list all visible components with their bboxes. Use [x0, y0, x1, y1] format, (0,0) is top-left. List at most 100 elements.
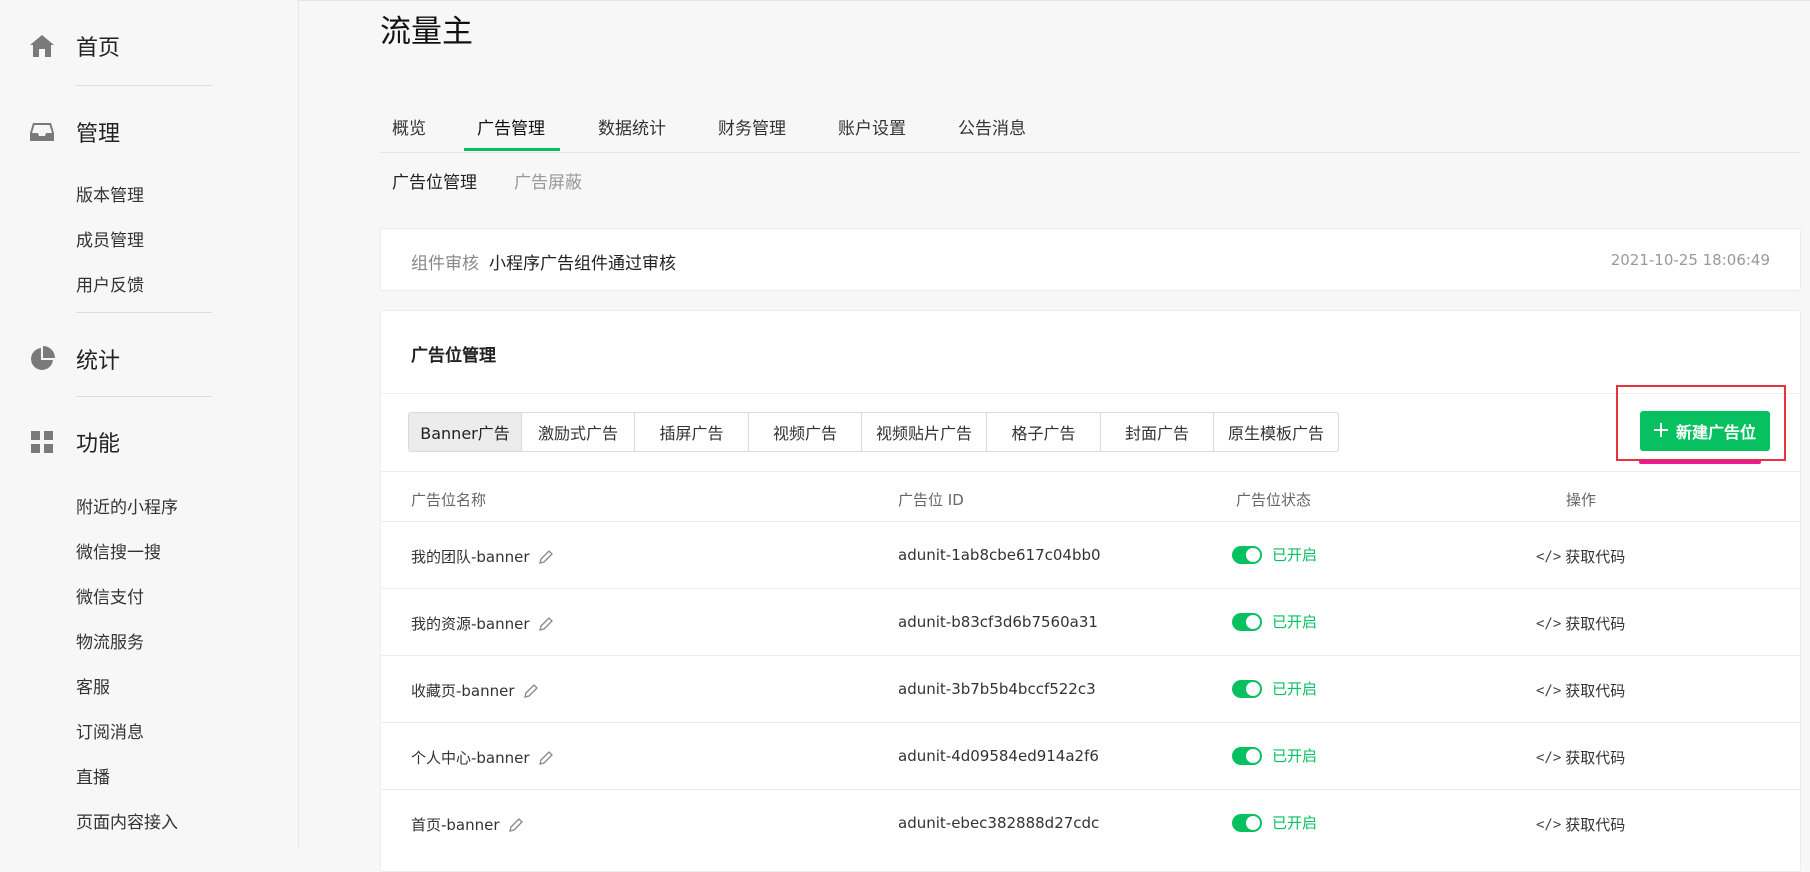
new-ad-unit-label: 新建广告位	[1675, 423, 1756, 442]
ad-unit-name-cell: 首页-banner	[411, 814, 524, 835]
status-label: 已开启	[1272, 613, 1318, 631]
sidebar: 首页 管理 版本管理 成员管理 用户反馈 统计 功能 附近的小程序 微信搜一搜 …	[0, 0, 299, 850]
status-toggle[interactable]	[1232, 612, 1262, 631]
ad-unit-id: adunit-ebec382888d27cdc	[898, 814, 1100, 832]
active-tab-indicator	[464, 148, 560, 151]
card-divider	[381, 471, 1800, 472]
ad-type-segmented-control: Banner广告 激励式广告 插屏广告 视频广告 视频贴片广告 格子广告 封面广…	[408, 412, 1339, 452]
ad-type-banner[interactable]: Banner广告	[409, 413, 522, 451]
table-row: 我的团队-banner adunit-1ab8cbe617c04bb0 已开启 …	[381, 521, 1800, 589]
sidebar-item-member-manage[interactable]: 成员管理	[76, 226, 144, 251]
table-row: 个人中心-banner adunit-4d09584ed914a2f6 已开启 …	[381, 722, 1800, 790]
home-icon	[28, 32, 56, 60]
new-ad-unit-button[interactable]: 新建广告位	[1640, 411, 1770, 451]
sidebar-home-label: 首页	[76, 36, 121, 61]
ad-type-rewarded[interactable]: 激励式广告	[522, 413, 635, 451]
sidebar-stats-label: 统计	[76, 349, 121, 374]
get-code-link[interactable]: </> 获取代码	[1536, 747, 1625, 768]
sidebar-item-version-manage[interactable]: 版本管理	[76, 181, 144, 206]
edit-pencil-icon[interactable]	[538, 616, 554, 632]
tab-announcements[interactable]: 公告消息	[958, 114, 1026, 139]
sidebar-item-wechat-pay[interactable]: 微信支付	[76, 583, 144, 608]
sidebar-item-subscribe-message[interactable]: 订阅消息	[76, 718, 144, 743]
card-title: 广告位管理	[411, 346, 496, 366]
sidebar-divider	[76, 85, 212, 86]
get-code-link[interactable]: </> 获取代码	[1536, 680, 1625, 701]
code-icon: </>	[1536, 816, 1562, 833]
get-code-link[interactable]: </> 获取代码	[1536, 613, 1625, 634]
notice-label: 组件审核	[411, 254, 479, 274]
sidebar-divider	[76, 312, 212, 313]
sidebar-item-page-content[interactable]: 页面内容接入	[76, 808, 178, 833]
card-divider	[381, 393, 1800, 394]
table-row: 首页-banner adunit-ebec382888d27cdc 已开启 </…	[381, 789, 1800, 857]
sidebar-features-label: 功能	[76, 432, 121, 457]
ad-unit-name-cell: 我的资源-banner	[411, 613, 554, 634]
pie-chart-icon	[28, 345, 56, 373]
edit-pencil-icon[interactable]	[538, 549, 554, 565]
tab-ad-manage[interactable]: 广告管理	[477, 114, 545, 139]
notice-timestamp: 2021-10-25 18:06:49	[1610, 251, 1770, 269]
status-label: 已开启	[1272, 747, 1318, 765]
ad-unit-status-cell: 已开启	[1232, 812, 1317, 833]
ad-unit-status-cell: 已开启	[1232, 611, 1317, 632]
ad-type-interstitial[interactable]: 插屏广告	[635, 413, 749, 451]
notice-text: 小程序广告组件通过审核	[489, 254, 676, 274]
sidebar-manage-label: 管理	[76, 122, 121, 147]
table-row: 我的资源-banner adunit-b83cf3d6b7560a31 已开启 …	[381, 588, 1800, 656]
subtab-ad-unit-manage[interactable]: 广告位管理	[392, 168, 477, 193]
status-toggle[interactable]	[1232, 545, 1262, 564]
edit-pencil-icon[interactable]	[523, 683, 539, 699]
tab-overview[interactable]: 概览	[392, 114, 426, 139]
edit-pencil-icon[interactable]	[538, 750, 554, 766]
ad-unit-name-cell: 我的团队-banner	[411, 546, 554, 567]
ad-type-video[interactable]: 视频广告	[749, 413, 862, 451]
column-header-name: 广告位名称	[411, 491, 487, 509]
get-code-label: 获取代码	[1565, 615, 1626, 633]
ad-unit-name-cell: 收藏页-banner	[411, 680, 539, 701]
ad-unit-name: 个人中心-banner	[411, 749, 530, 767]
ad-unit-name: 我的团队-banner	[411, 548, 530, 566]
ad-unit-status-cell: 已开启	[1232, 544, 1317, 565]
ad-unit-id: adunit-4d09584ed914a2f6	[898, 747, 1099, 765]
sidebar-item-customer-service[interactable]: 客服	[76, 673, 110, 698]
sidebar-item-wechat-search[interactable]: 微信搜一搜	[76, 538, 161, 563]
ad-type-native-template[interactable]: 原生模板广告	[1214, 413, 1338, 451]
ad-unit-id: adunit-b83cf3d6b7560a31	[898, 613, 1098, 631]
main-tabs: 概览 广告管理 数据统计 财务管理 账户设置 公告消息	[380, 106, 1800, 153]
ad-type-cover[interactable]: 封面广告	[1101, 413, 1214, 451]
tab-finance[interactable]: 财务管理	[718, 114, 786, 139]
status-label: 已开启	[1272, 546, 1318, 564]
status-toggle[interactable]	[1232, 679, 1262, 698]
ad-unit-name: 我的资源-banner	[411, 615, 530, 633]
sidebar-divider	[76, 396, 212, 397]
ad-unit-name: 首页-banner	[411, 816, 500, 834]
sidebar-item-user-feedback[interactable]: 用户反馈	[76, 271, 144, 296]
get-code-link[interactable]: </> 获取代码	[1536, 546, 1625, 567]
inbox-icon	[28, 118, 56, 146]
code-icon: </>	[1536, 548, 1562, 565]
get-code-label: 获取代码	[1565, 548, 1626, 566]
plus-icon	[1653, 422, 1668, 441]
status-toggle[interactable]	[1232, 813, 1262, 832]
ad-type-video-preroll[interactable]: 视频贴片广告	[862, 413, 987, 451]
ad-unit-status-cell: 已开启	[1232, 678, 1317, 699]
code-icon: </>	[1536, 682, 1562, 699]
edit-pencil-icon[interactable]	[508, 817, 524, 833]
subtab-ad-block[interactable]: 广告屏蔽	[514, 168, 582, 193]
grid-icon	[28, 428, 56, 456]
sidebar-item-logistics[interactable]: 物流服务	[76, 628, 144, 653]
column-header-id: 广告位 ID	[898, 491, 964, 509]
sidebar-item-nearby-miniprogram[interactable]: 附近的小程序	[76, 493, 178, 518]
status-label: 已开启	[1272, 814, 1318, 832]
get-code-label: 获取代码	[1565, 816, 1626, 834]
tab-data-stats[interactable]: 数据统计	[598, 114, 666, 139]
ad-type-grid[interactable]: 格子广告	[987, 413, 1101, 451]
status-label: 已开启	[1272, 680, 1318, 698]
status-toggle[interactable]	[1232, 746, 1262, 765]
sidebar-item-live[interactable]: 直播	[76, 763, 110, 788]
code-icon: </>	[1536, 615, 1562, 632]
tab-account-settings[interactable]: 账户设置	[838, 114, 906, 139]
get-code-link[interactable]: </> 获取代码	[1536, 814, 1625, 835]
column-header-action: 操作	[1566, 491, 1597, 509]
